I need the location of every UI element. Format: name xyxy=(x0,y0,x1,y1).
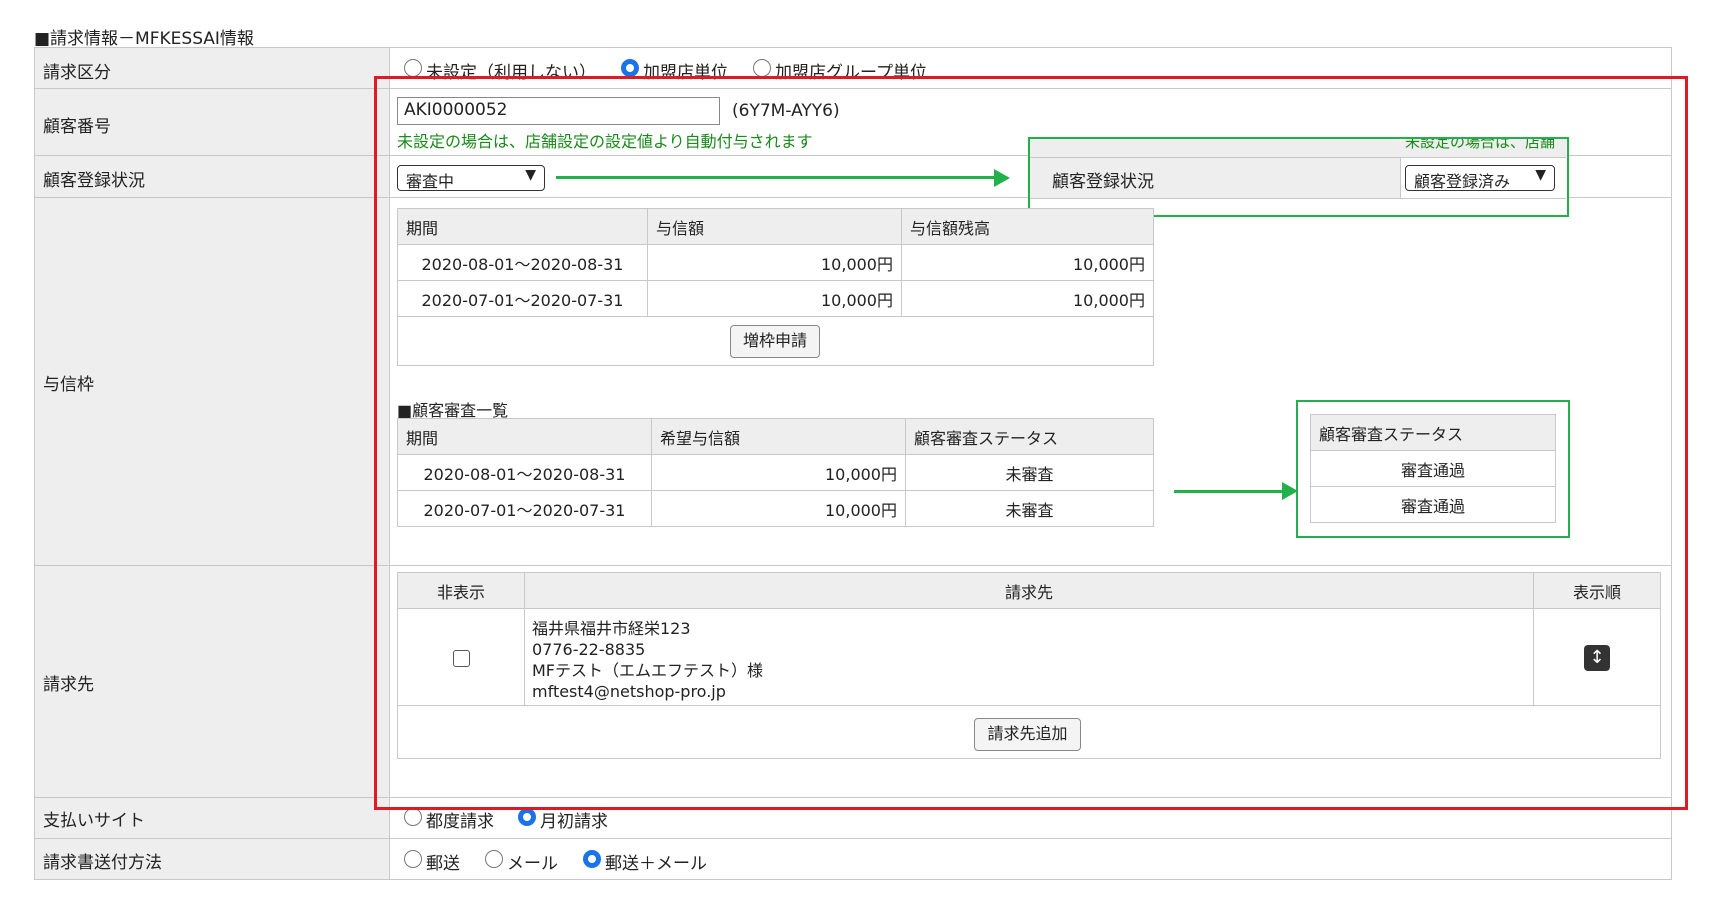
table-row: 2020-08-01～2020-08-31 10,000円 未審査 xyxy=(397,454,1154,491)
address-line: 福井県福井市経栄123 xyxy=(532,619,691,638)
radio-unset[interactable] xyxy=(404,59,422,77)
radio-post-and-email-label: 郵送＋メール xyxy=(605,854,707,874)
cell-period: 2020-08-01～2020-08-31 xyxy=(397,454,652,491)
callout-fragment: 未設定の場合は、店舗 xyxy=(1405,137,1556,151)
col-credit-amount: 与信額 xyxy=(647,208,902,245)
cell-period: 2020-08-01～2020-08-31 xyxy=(397,244,648,281)
table-row: 2020-08-01～2020-08-31 10,000円 10,000円 xyxy=(397,244,1154,281)
radio-per-order-label: 都度請求 xyxy=(426,812,494,832)
hide-checkbox[interactable] xyxy=(453,650,470,667)
radio-monthly[interactable] xyxy=(518,808,536,826)
chevron-down-icon: ▼ xyxy=(1535,167,1546,183)
callout-status-after: 未設定の場合は、店舗 顧客登録状況 顧客登録済み ▼ xyxy=(1028,137,1569,217)
cell-desired-amount: 10,000円 xyxy=(651,454,906,491)
row-divider xyxy=(35,565,1671,566)
radio-per-order[interactable] xyxy=(404,808,422,826)
callout-status-value: 顧客登録済み xyxy=(1414,172,1511,191)
col-display-order: 表示順 xyxy=(1533,572,1661,609)
arrow-right-icon xyxy=(556,176,996,179)
cell-review-status: 未審査 xyxy=(905,490,1154,527)
cell-amount: 10,000円 xyxy=(647,280,902,317)
cell-amount: 10,000円 xyxy=(647,244,902,281)
cell-review-status: 審査通過 xyxy=(1310,450,1556,487)
customer-code: (6Y7M-AYY6) xyxy=(732,101,840,121)
callout-review-table: 顧客審査ステータス 審査通過 審査通過 xyxy=(1310,414,1556,523)
table-row: 2020-07-01～2020-07-31 10,000円 未審査 xyxy=(397,490,1154,527)
radio-post-label: 郵送 xyxy=(426,854,460,874)
cell-review-status: 未審査 xyxy=(905,454,1154,491)
label-invoice-method: 請求書送付方法 xyxy=(43,853,162,873)
row-divider xyxy=(35,797,1671,798)
sort-vertical-icon[interactable]: ↕ xyxy=(1584,645,1610,671)
col-review-status: 顧客審査ステータス xyxy=(905,418,1154,455)
cell-balance: 10,000円 xyxy=(901,244,1154,281)
col-credit-balance: 与信額残高 xyxy=(901,208,1154,245)
table-row: 審査通過 xyxy=(1310,486,1556,523)
radio-email-label: メール xyxy=(507,854,558,874)
increase-limit-button[interactable]: 増枠申請 xyxy=(730,325,820,358)
cell-period: 2020-07-01～2020-07-31 xyxy=(397,280,648,317)
radio-merchant-group[interactable] xyxy=(753,59,771,77)
cell-review-status: 審査通過 xyxy=(1310,486,1556,523)
radio-merchant-group-label: 加盟店グループ単位 xyxy=(775,63,927,83)
table-row: 審査通過 xyxy=(1310,450,1556,487)
chevron-down-icon: ▼ xyxy=(525,167,536,183)
credit-limit-table: 期間 与信額 与信額残高 2020-08-01～2020-08-31 10,00… xyxy=(397,208,1154,317)
cell-desired-amount: 10,000円 xyxy=(651,490,906,527)
arrow-right-icon xyxy=(994,169,1010,187)
table-row: 2020-07-01～2020-07-31 10,000円 10,000円 xyxy=(397,280,1154,317)
customer-number-input[interactable]: AKI0000052 xyxy=(397,97,720,125)
row-divider xyxy=(35,838,1671,839)
row-divider xyxy=(35,88,1671,89)
label-credit-limit: 与信枠 xyxy=(43,375,94,395)
customer-number-note: 未設定の場合は、店舗設定の設定値より自動付与されます xyxy=(397,132,813,151)
cell-balance: 10,000円 xyxy=(901,280,1154,317)
callout-status-label: 顧客登録状況 xyxy=(1052,172,1154,192)
col-address: 請求先 xyxy=(524,572,1534,609)
email-line: mftest4@netshop-pro.jp xyxy=(532,682,726,701)
label-customer-number: 顧客番号 xyxy=(43,117,111,137)
radio-email[interactable] xyxy=(485,850,503,868)
section-title: ■請求情報－MFKESSAI情報 xyxy=(34,29,254,49)
col-review-status: 顧客審査ステータス xyxy=(1310,414,1556,451)
radio-merchant-unit-label: 加盟店単位 xyxy=(643,63,728,83)
cell-period: 2020-07-01～2020-07-31 xyxy=(397,490,652,527)
col-hidden: 非表示 xyxy=(397,572,525,609)
callout-review-after: 顧客審査ステータス 審査通過 審査通過 xyxy=(1296,400,1570,538)
col-period: 期間 xyxy=(397,208,648,245)
registration-status-value: 審査中 xyxy=(406,172,455,191)
col-period: 期間 xyxy=(397,418,652,455)
review-table: 期間 希望与信額 顧客審査ステータス 2020-08-01～2020-08-31… xyxy=(397,418,1154,527)
arrow-right-icon xyxy=(1174,490,1284,493)
name-line: MFテスト（エムエフテスト）様 xyxy=(532,661,764,680)
col-desired-amount: 希望与信額 xyxy=(651,418,906,455)
radio-post[interactable] xyxy=(404,850,422,868)
radio-post-and-email[interactable] xyxy=(583,850,601,868)
phone-line: 0776-22-8835 xyxy=(532,640,646,659)
radio-unset-label: 未設定（利用しない） xyxy=(426,63,596,83)
radio-monthly-label: 月初請求 xyxy=(540,812,608,832)
add-billing-address-button[interactable]: 請求先追加 xyxy=(974,718,1081,751)
label-registration-status: 顧客登録状況 xyxy=(43,171,145,191)
radio-merchant-unit[interactable] xyxy=(621,59,639,77)
label-billing-type: 請求区分 xyxy=(43,63,111,83)
registration-status-select[interactable]: 審査中 ▼ xyxy=(397,165,545,191)
label-billing-address: 請求先 xyxy=(43,675,94,695)
address-block: 福井県福井市経栄123 0776-22-8835 MFテスト（エムエフテスト）様… xyxy=(532,618,763,702)
label-payment-site: 支払いサイト xyxy=(43,811,145,831)
callout-status-select[interactable]: 顧客登録済み ▼ xyxy=(1405,165,1555,191)
